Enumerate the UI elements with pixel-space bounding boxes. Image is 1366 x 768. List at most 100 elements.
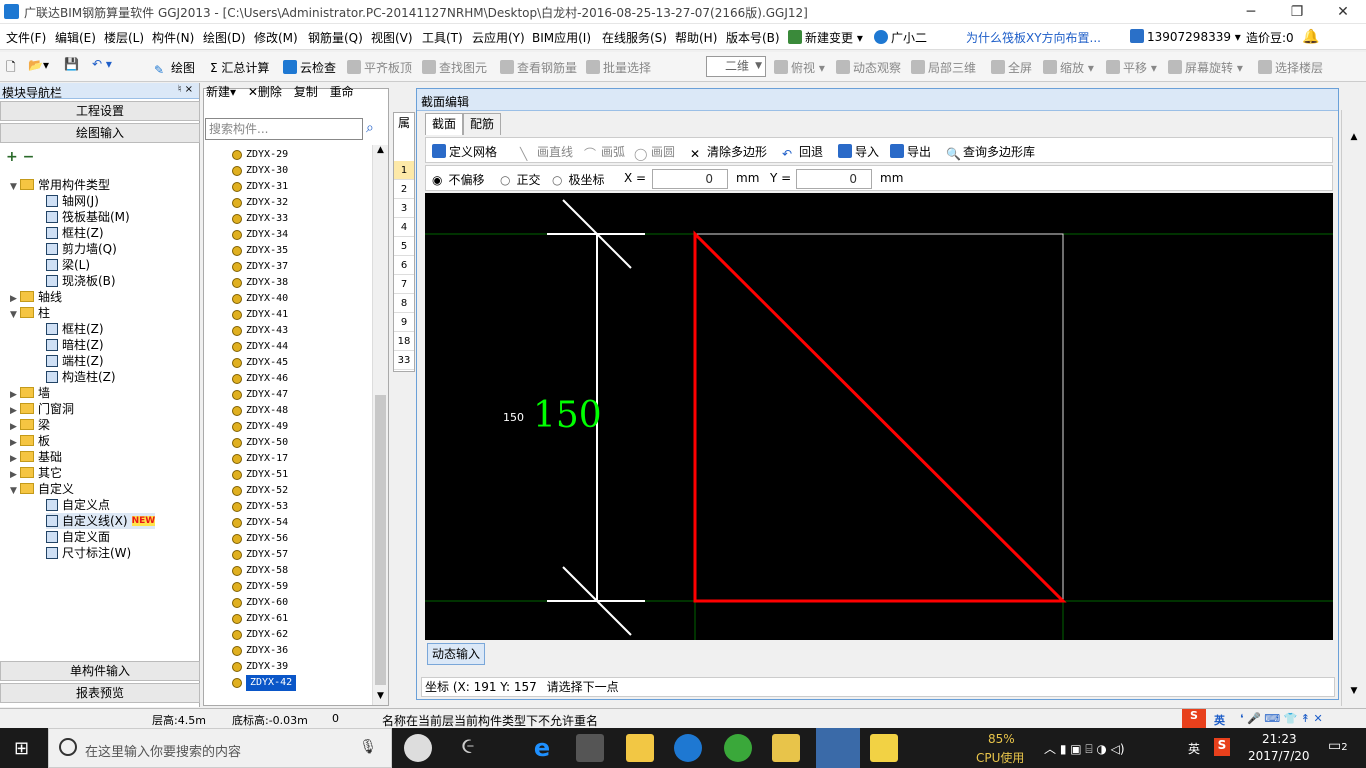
sum-calc-button[interactable]: Σ 汇总计算 <box>210 59 269 76</box>
menu-tools[interactable]: 工具(T) <box>422 29 463 46</box>
menu-version[interactable]: 版本号(B) <box>726 29 780 46</box>
component-list-item[interactable]: ZDYX-33 <box>232 211 288 227</box>
menu-component[interactable]: 构件(N) <box>152 29 194 46</box>
component-list-item[interactable]: ZDYX-57 <box>232 547 288 563</box>
tree-item[interactable]: 框柱(Z) <box>46 321 104 337</box>
component-list-item[interactable]: ZDYX-49 <box>232 419 288 435</box>
search-component-input[interactable]: 搜索构件... <box>205 118 363 140</box>
notification-icon[interactable]: ▭2 <box>1328 738 1348 754</box>
new-file-icon[interactable]: 🗋 <box>6 58 16 79</box>
batch-select-button[interactable]: 批量选择 <box>586 59 651 76</box>
menu-help-link[interactable]: 为什么筏板XY方向布置... <box>966 29 1101 46</box>
new-component-button[interactable]: 新建▾ <box>206 85 236 99</box>
component-list-item[interactable]: ZDYX-62 <box>232 627 288 643</box>
view-rebar-button[interactable]: 查看钢筋量 <box>500 59 577 76</box>
report-preview-button[interactable]: 报表预览 <box>0 683 200 703</box>
ime-tools-icon[interactable]: ❛ 🎤 ⌨ 👕 ↟ ✕ <box>1240 712 1323 725</box>
component-list-item[interactable]: ZDYX-58 <box>232 563 288 579</box>
tree-item[interactable]: 构造柱(Z) <box>46 369 116 385</box>
tree-item[interactable]: 现浇板(B) <box>46 273 116 289</box>
notes-app-icon[interactable] <box>772 734 800 762</box>
select-floor-button[interactable]: 选择楼层 <box>1258 59 1323 76</box>
component-list-item[interactable]: ZDYX-46 <box>232 371 288 387</box>
microphone-icon[interactable]: 🎙 <box>359 739 377 755</box>
menu-view[interactable]: 视图(V) <box>371 29 413 46</box>
component-list-item[interactable]: ZDYX-30 <box>232 163 288 179</box>
component-list-item[interactable]: ZDYX-60 <box>232 595 288 611</box>
component-list-item[interactable]: ZDYX-17 <box>232 451 288 467</box>
pan-button[interactable]: 平移 ▾ <box>1106 59 1157 76</box>
draw-input-button[interactable]: 绘图输入 <box>0 123 200 143</box>
define-grid-button[interactable]: 定义网格 <box>432 143 497 160</box>
component-list-item[interactable]: ZDYX-43 <box>232 323 288 339</box>
find-element-button[interactable]: 查找图元 <box>422 59 487 76</box>
tree-item[interactable]: 筏板基础(M) <box>46 209 130 225</box>
scroll-up-icon[interactable]: ▲ <box>1342 132 1366 142</box>
tree-item[interactable]: 暗柱(Z) <box>46 337 104 353</box>
save-icon[interactable]: 💾 <box>64 57 79 71</box>
scroll-down-icon[interactable]: ▼ <box>1342 686 1366 696</box>
component-scrollbar[interactable]: ▲ ▼ <box>372 145 388 705</box>
component-list-item[interactable]: ZDYX-34 <box>232 227 288 243</box>
scroll-up-icon[interactable]: ▲ <box>373 145 388 155</box>
sogou-tray-icon[interactable]: S <box>1214 738 1230 756</box>
help-app-icon[interactable] <box>870 734 898 762</box>
property-row-number[interactable]: 3 <box>394 199 414 218</box>
component-list-item[interactable]: ZDYX-44 <box>232 339 288 355</box>
delete-icon[interactable]: ✕ <box>248 85 258 99</box>
component-list-item[interactable]: ZDYX-39 <box>232 659 288 675</box>
component-list-item[interactable]: ZDYX-48 <box>232 403 288 419</box>
property-row-number[interactable]: 6 <box>394 256 414 275</box>
menu-file[interactable]: 文件(F) <box>6 29 46 46</box>
menu-modify[interactable]: 修改(M) <box>254 29 298 46</box>
windows-start-icon[interactable]: ⊞ <box>14 738 29 759</box>
radio-orthogonal[interactable]: ○ 正交 <box>500 171 541 188</box>
swirl-app-icon[interactable]: ૯ <box>454 734 482 762</box>
component-list-item[interactable]: ZDYX-59 <box>232 579 288 595</box>
zoom-button[interactable]: 缩放 ▾ <box>1043 59 1094 76</box>
rename-button[interactable]: 重命 <box>330 85 354 99</box>
menu-online[interactable]: 在线服务(S) <box>602 29 667 46</box>
component-list-item[interactable]: ZDYX-37 <box>232 259 288 275</box>
menu-new-change[interactable]: 新建变更 ▾ <box>788 29 863 46</box>
component-list-item[interactable]: ZDYX-51 <box>232 467 288 483</box>
property-row-number[interactable]: 8 <box>394 294 414 313</box>
clock-date[interactable]: 2017/7/20 <box>1248 749 1310 763</box>
component-list-item[interactable]: ZDYX-53 <box>232 499 288 515</box>
draw-button[interactable]: ✎ 绘图 <box>154 59 195 77</box>
property-row-number[interactable]: 18 <box>394 332 414 351</box>
tree-folder[interactable]: ▶ 轴线 <box>10 289 62 305</box>
tree-item[interactable]: 尺寸标注(W) <box>46 545 131 561</box>
taskbar-ime[interactable]: 英 <box>1188 740 1200 757</box>
section-canvas[interactable]: 150 150 <box>425 193 1333 640</box>
active-ggj-app-icon[interactable] <box>816 728 860 768</box>
explorer-icon[interactable] <box>626 734 654 762</box>
tree-folder[interactable]: ▼ 柱 <box>10 305 50 321</box>
expand-all-icon[interactable]: + − <box>6 149 34 165</box>
menu-user[interactable]: 13907298339 ▾ <box>1130 29 1241 44</box>
property-row-number[interactable]: 7 <box>394 275 414 294</box>
maximize-button[interactable]: ❐ <box>1274 0 1320 24</box>
property-row-number[interactable]: 9 <box>394 313 414 332</box>
open-file-icon[interactable]: 📂▾ <box>28 58 49 72</box>
tree-item[interactable]: 自定义线(X) NEW <box>46 513 156 529</box>
minimize-button[interactable]: ─ <box>1228 0 1274 24</box>
cloud-check-button[interactable]: 云检查 <box>283 59 336 76</box>
tab-rebar[interactable]: 配筋 <box>463 113 502 135</box>
component-list-item[interactable]: ZDYX-38 <box>232 275 288 291</box>
taskbar-search[interactable]: 在这里输入你要搜索的内容 🎙 <box>48 728 392 768</box>
fullscreen-button[interactable]: 全屏 <box>991 59 1032 76</box>
property-row-number[interactable]: 1 <box>394 161 414 180</box>
menu-draw[interactable]: 绘图(D) <box>203 29 246 46</box>
collapse-icon[interactable]: ▼ <box>10 179 20 195</box>
screen-rotate-button[interactable]: 屏幕旋转 ▾ <box>1168 59 1243 76</box>
property-row-number[interactable]: 4 <box>394 218 414 237</box>
menu-bim[interactable]: BIM应用(I) <box>532 29 591 46</box>
tree-item[interactable]: 自定义点 <box>46 497 110 513</box>
tree-item[interactable]: 梁(L) <box>46 257 90 273</box>
draw-circle-button[interactable]: ◯ 画圆 <box>634 143 675 161</box>
menu-assistant[interactable]: 广小二 <box>874 29 927 46</box>
component-list-item[interactable]: ZDYX-52 <box>232 483 288 499</box>
close-button[interactable]: ✕ <box>1320 0 1366 24</box>
delete-button[interactable]: 删除 <box>258 85 282 99</box>
